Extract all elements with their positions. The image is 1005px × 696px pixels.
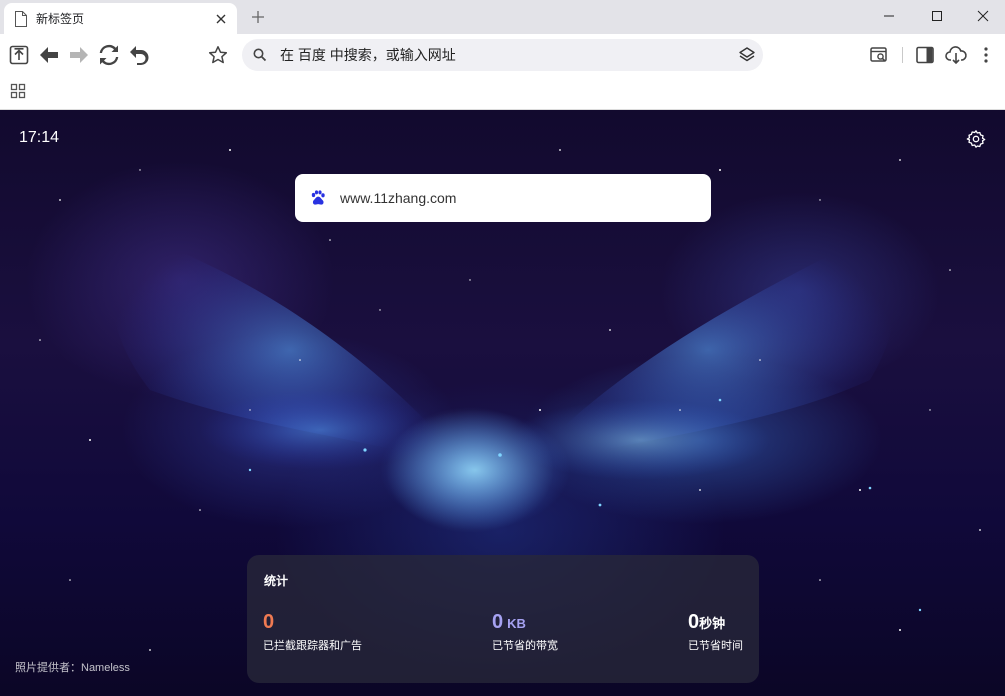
tab-new-tab[interactable]: 新标签页	[4, 3, 237, 34]
maximize-icon[interactable]	[914, 0, 960, 32]
new-tab-search-input[interactable]	[340, 190, 711, 206]
stat-value: 0	[688, 611, 700, 633]
title-bar: 新标签页	[0, 0, 1005, 34]
stat-bandwidth-saved: 0 KB 已节省的带宽	[492, 610, 558, 653]
toolbar	[0, 34, 1005, 76]
stat-label: 已拦截跟踪器和广告	[263, 640, 362, 652]
page-icon	[14, 10, 28, 27]
settings-gear-icon[interactable]	[966, 129, 986, 149]
tab-title: 新标签页	[36, 12, 85, 26]
search-icon	[252, 47, 268, 63]
stat-time-saved: 0秒钟 已节省时间	[688, 610, 743, 653]
tab-close-icon[interactable]	[209, 7, 233, 31]
stat-value: 0	[263, 611, 275, 633]
stats-panel: 统计 0 已拦截跟踪器和广告 0 KB 已节省的带宽 0秒钟 已节省时间	[247, 555, 759, 683]
bookmarks-bar	[0, 76, 1005, 110]
window-close-icon[interactable]	[960, 0, 1005, 32]
undo-icon[interactable]	[126, 42, 152, 68]
photo-credit[interactable]: 照片提供者：Nameless	[15, 659, 130, 675]
minimize-icon[interactable]	[866, 0, 912, 32]
more-menu-icon[interactable]	[973, 42, 999, 68]
layers-icon[interactable]	[736, 44, 758, 66]
address-input[interactable]	[280, 47, 736, 63]
stat-label: 已节省的带宽	[492, 640, 558, 652]
toolbar-divider	[902, 47, 903, 63]
cloud-download-icon[interactable]	[943, 42, 969, 68]
baidu-paw-icon[interactable]	[308, 188, 328, 208]
new-tab-search-box[interactable]	[295, 174, 711, 222]
stat-trackers-blocked: 0 已拦截跟踪器和广告	[263, 610, 362, 653]
reading-search-icon[interactable]	[866, 42, 892, 68]
bookmark-star-icon[interactable]	[205, 42, 231, 68]
stats-title: 统计	[264, 574, 289, 588]
new-tab-plus-icon[interactable]	[247, 6, 269, 28]
back-icon[interactable]	[36, 42, 62, 68]
stat-unit: 秒钟	[699, 616, 726, 631]
forward-icon[interactable]	[66, 42, 92, 68]
reload-icon[interactable]	[96, 42, 122, 68]
clock: 17:14	[19, 129, 60, 146]
sidebar-icon[interactable]	[912, 42, 938, 68]
upload-tab-icon[interactable]	[6, 42, 32, 68]
apps-grid-icon[interactable]	[10, 83, 28, 101]
stat-value: 0	[492, 611, 504, 633]
address-bar[interactable]	[242, 39, 763, 71]
stat-unit: KB	[507, 616, 526, 631]
new-tab-page: 17:14 照片提供者：Nameless 统计 0 已拦截跟踪器和广告 0KB	[0, 110, 1005, 696]
stat-label: 已节省时间	[688, 640, 743, 652]
